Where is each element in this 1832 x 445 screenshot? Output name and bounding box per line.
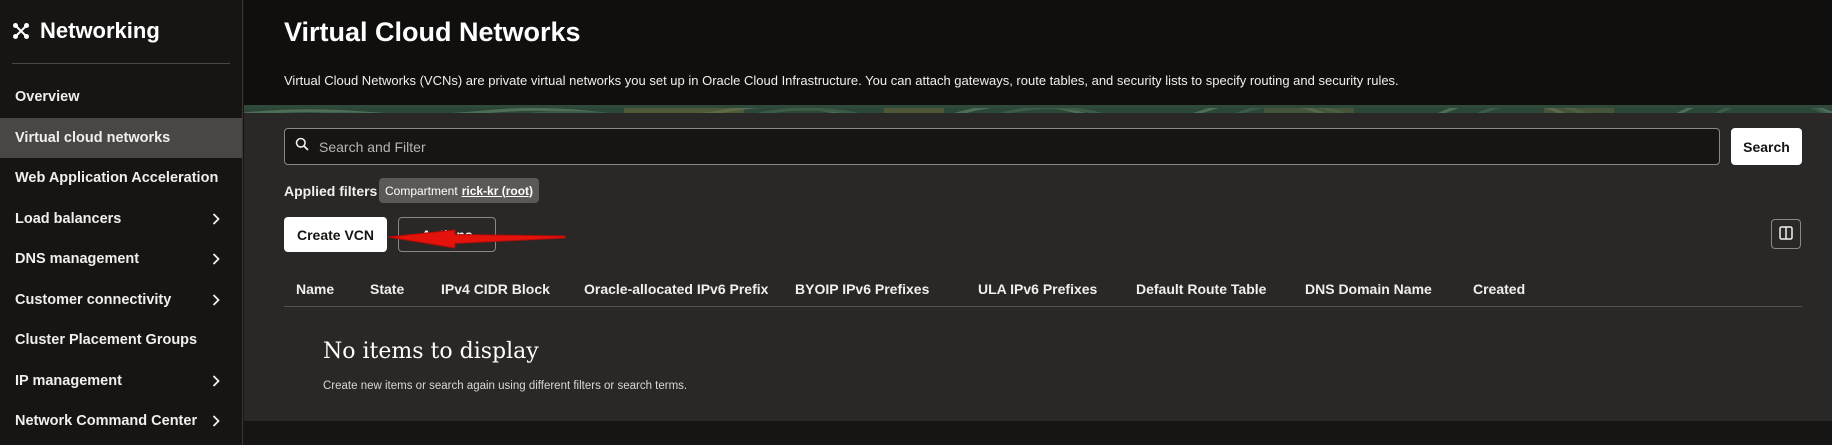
sidebar-item-label: IP management [15,372,122,389]
sidebar-item-label: Cluster Placement Groups [15,332,198,349]
filter-chip-value[interactable]: rick-kr (root) [462,184,533,198]
column-header-ipv4-cidr-block[interactable]: IPv4 CIDR Block [441,281,550,297]
sidebar-item-network-command-center[interactable]: Network Command Center [0,401,242,442]
applied-filters-label: Applied filters [284,183,378,199]
sidebar-item-label: Load balancers [15,210,122,227]
sidebar-item-cluster-placement-groups[interactable]: Cluster Placement Groups [0,320,242,361]
sidebar-item-load-balancers[interactable]: Load balancers [0,199,242,240]
sidebar-divider [12,63,230,64]
sidebar-item-label: Customer connectivity [15,291,172,308]
chevron-right-icon [212,294,220,306]
sidebar-item-ip-management[interactable]: IP management [0,361,242,402]
page-title: Virtual Cloud Networks [284,17,581,47]
sidebar-item-label: Virtual cloud networks [15,129,171,146]
actions-button[interactable]: Actions [398,217,496,252]
sidebar-item-customer-connectivity[interactable]: Customer connectivity [0,280,242,321]
columns-button[interactable] [1771,219,1801,249]
chevron-right-icon [212,213,220,225]
columns-icon [1779,225,1793,243]
column-header-byoip-ipv6-prefixes[interactable]: BYOIP IPv6 Prefixes [795,281,929,297]
sidebar-header: Networking [12,18,160,44]
chevron-right-icon [212,375,220,387]
page-header: Virtual Cloud Networks Virtual Cloud Net… [244,0,1832,105]
sidebar-title: Networking [40,18,160,43]
chevron-right-icon [212,253,220,265]
sidebar-item-label: Overview [15,89,80,106]
column-header-oracle-allocated-ipv6-prefix[interactable]: Oracle-allocated IPv6 Prefix [584,281,768,297]
sidebar-item-web-application-acceleration[interactable]: Web Application Acceleration [0,158,242,199]
empty-state-title: No items to display [323,339,539,364]
table-header: Name State IPv4 CIDR Block Oracle-alloca… [284,273,1802,307]
sidebar-item-label: Web Application Acceleration [15,170,219,187]
column-header-created[interactable]: Created [1473,281,1525,297]
search-field[interactable] [284,128,1720,165]
column-header-default-route-table[interactable]: Default Route Table [1136,281,1266,297]
main-content: Virtual Cloud Networks Virtual Cloud Net… [244,0,1832,445]
page-description: Virtual Cloud Networks (VCNs) are privat… [284,73,1399,88]
sidebar-items: Overview Virtual cloud networks Web Appl… [0,77,242,442]
create-vcn-button[interactable]: Create VCN [284,217,387,252]
networking-icon [12,22,30,40]
sidebar-item-virtual-cloud-networks[interactable]: Virtual cloud networks [0,117,242,158]
filter-chip-key: Compartment [385,183,458,198]
sidebar-item-label: Network Command Center [15,413,198,430]
sidebar: Networking Overview Virtual cloud networ… [0,0,243,445]
column-header-name[interactable]: Name [296,281,334,297]
sidebar-item-label: DNS management [15,251,140,268]
column-header-dns-domain-name[interactable]: DNS Domain Name [1305,281,1432,297]
sidebar-item-overview[interactable]: Overview [0,77,242,118]
column-header-state[interactable]: State [370,281,404,297]
search-icon [295,137,309,156]
column-header-ula-ipv6-prefixes[interactable]: ULA IPv6 Prefixes [978,281,1097,297]
vcn-list-panel: Search Applied filters Compartment rick-… [244,113,1832,421]
compartment-filter-chip[interactable]: Compartment rick-kr (root) [379,178,540,203]
search-button[interactable]: Search [1731,128,1802,165]
search-input[interactable] [319,138,1699,155]
empty-state-subtitle: Create new items or search again using d… [323,380,688,392]
footer-strip [244,421,1832,445]
sidebar-item-dns-management[interactable]: DNS management [0,239,242,280]
chevron-right-icon [212,415,220,427]
